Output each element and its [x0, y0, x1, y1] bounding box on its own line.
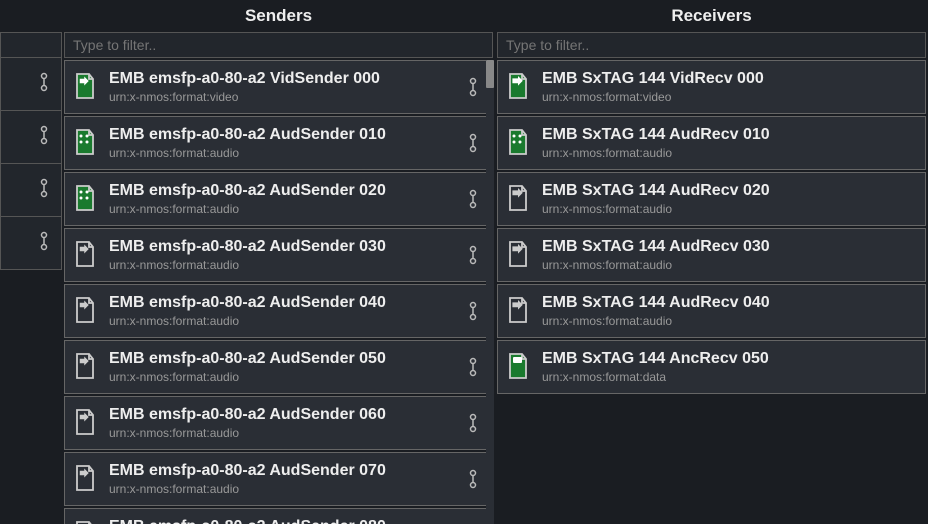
- connector-icon[interactable]: [466, 469, 480, 489]
- receiver-title: EMB SxTAG 144 AudRecv 040: [542, 294, 919, 312]
- format-icon: [71, 238, 99, 272]
- sender-row[interactable]: EMB emsfp-a0-80-a2 AudSender 040 urn:x-n…: [64, 284, 487, 338]
- sender-row[interactable]: EMB emsfp-a0-80-a2 AudSender 010 urn:x-n…: [64, 116, 487, 170]
- format-icon: [71, 70, 99, 104]
- sender-row[interactable]: EMB emsfp-a0-80-a2 AudSender 080 urn:x-n…: [64, 508, 487, 524]
- connector-icon[interactable]: [466, 133, 480, 153]
- connector-icon[interactable]: [466, 189, 480, 209]
- connector-icon: [39, 72, 49, 97]
- senders-scrollbar[interactable]: [486, 60, 494, 524]
- format-icon: [504, 294, 532, 328]
- senders-filter-input[interactable]: [64, 32, 493, 58]
- sender-title: EMB emsfp-a0-80-a2 AudSender 050: [109, 350, 456, 368]
- sender-title: EMB emsfp-a0-80-a2 AudSender 010: [109, 126, 456, 144]
- format-icon: [71, 462, 99, 496]
- receiver-title: EMB SxTAG 144 AncRecv 050: [542, 350, 919, 368]
- format-icon: [71, 518, 99, 524]
- format-icon: [71, 126, 99, 160]
- connector-icon[interactable]: [466, 245, 480, 265]
- connector-icon: [39, 178, 49, 203]
- connector-icon: [39, 231, 49, 256]
- receiver-urn: urn:x-nmos:format:audio: [542, 314, 919, 328]
- connector-icon: [39, 125, 49, 150]
- format-icon: [71, 294, 99, 328]
- sender-title: EMB emsfp-a0-80-a2 AudSender 020: [109, 182, 456, 200]
- receiver-title: EMB SxTAG 144 VidRecv 000: [542, 70, 919, 88]
- sender-title: EMB emsfp-a0-80-a2 AudSender 030: [109, 238, 456, 256]
- sender-urn: urn:x-nmos:format:audio: [109, 146, 456, 160]
- sender-title: EMB emsfp-a0-80-a2 AudSender 070: [109, 462, 456, 480]
- stub-row[interactable]: [0, 57, 62, 111]
- format-icon: [71, 406, 99, 440]
- connector-icon[interactable]: [466, 77, 480, 97]
- receiver-title: EMB SxTAG 144 AudRecv 010: [542, 126, 919, 144]
- sender-row[interactable]: EMB emsfp-a0-80-a2 AudSender 020 urn:x-n…: [64, 172, 487, 226]
- format-icon: [71, 350, 99, 384]
- format-icon: [71, 182, 99, 216]
- receiver-row[interactable]: EMB SxTAG 144 AudRecv 010 urn:x-nmos:for…: [497, 116, 926, 170]
- receivers-list: EMB SxTAG 144 VidRecv 000 urn:x-nmos:for…: [495, 60, 928, 524]
- receivers-heading: Receivers: [495, 0, 928, 32]
- connector-icon[interactable]: [466, 357, 480, 377]
- sender-urn: urn:x-nmos:format:audio: [109, 314, 456, 328]
- receiver-row[interactable]: EMB SxTAG 144 AncRecv 050 urn:x-nmos:for…: [497, 340, 926, 394]
- format-icon: [504, 238, 532, 272]
- senders-heading: Senders: [62, 0, 495, 32]
- format-icon: [504, 182, 532, 216]
- receiver-urn: urn:x-nmos:format:audio: [542, 202, 919, 216]
- stub-row[interactable]: [0, 110, 62, 164]
- receiver-urn: urn:x-nmos:format:audio: [542, 146, 919, 160]
- stub-row[interactable]: [0, 163, 62, 217]
- receiver-row[interactable]: EMB SxTAG 144 AudRecv 030 urn:x-nmos:for…: [497, 228, 926, 282]
- sender-title: EMB emsfp-a0-80-a2 AudSender 060: [109, 406, 456, 424]
- senders-column: Senders EMB emsfp-a0-80-a2 VidSender 000…: [62, 0, 495, 524]
- connector-icon[interactable]: [466, 413, 480, 433]
- receiver-row[interactable]: EMB SxTAG 144 AudRecv 020 urn:x-nmos:for…: [497, 172, 926, 226]
- sender-urn: urn:x-nmos:format:audio: [109, 258, 456, 272]
- sender-row[interactable]: EMB emsfp-a0-80-a2 AudSender 050 urn:x-n…: [64, 340, 487, 394]
- receiver-urn: urn:x-nmos:format:audio: [542, 258, 919, 272]
- sender-row[interactable]: EMB emsfp-a0-80-a2 AudSender 030 urn:x-n…: [64, 228, 487, 282]
- sender-urn: urn:x-nmos:format:audio: [109, 482, 456, 496]
- receiver-row[interactable]: EMB SxTAG 144 VidRecv 000 urn:x-nmos:for…: [497, 60, 926, 114]
- connector-icon[interactable]: [466, 301, 480, 321]
- receivers-column: Receivers EMB SxTAG 144 VidRecv 000 urn:…: [495, 0, 928, 524]
- sender-row[interactable]: EMB emsfp-a0-80-a2 VidSender 000 urn:x-n…: [64, 60, 487, 114]
- sender-urn: urn:x-nmos:format:audio: [109, 202, 456, 216]
- format-icon: [504, 70, 532, 104]
- sender-title: EMB emsfp-a0-80-a2 AudSender 040: [109, 294, 456, 312]
- sender-title: EMB emsfp-a0-80-a2 AudSender 080: [109, 518, 456, 524]
- receivers-filter-input[interactable]: [497, 32, 926, 58]
- stub-filter[interactable]: [0, 32, 62, 58]
- receiver-title: EMB SxTAG 144 AudRecv 030: [542, 238, 919, 256]
- senders-list: EMB emsfp-a0-80-a2 VidSender 000 urn:x-n…: [62, 60, 495, 524]
- receiver-urn: urn:x-nmos:format:data: [542, 370, 919, 384]
- left-stub-column: [0, 0, 62, 524]
- sender-row[interactable]: EMB emsfp-a0-80-a2 AudSender 060 urn:x-n…: [64, 396, 487, 450]
- receiver-title: EMB SxTAG 144 AudRecv 020: [542, 182, 919, 200]
- sender-row[interactable]: EMB emsfp-a0-80-a2 AudSender 070 urn:x-n…: [64, 452, 487, 506]
- stub-row[interactable]: [0, 216, 62, 270]
- receiver-row[interactable]: EMB SxTAG 144 AudRecv 040 urn:x-nmos:for…: [497, 284, 926, 338]
- sender-urn: urn:x-nmos:format:audio: [109, 426, 456, 440]
- sender-urn: urn:x-nmos:format:video: [109, 90, 456, 104]
- sender-title: EMB emsfp-a0-80-a2 VidSender 000: [109, 70, 456, 88]
- format-icon: [504, 126, 532, 160]
- sender-urn: urn:x-nmos:format:audio: [109, 370, 456, 384]
- receiver-urn: urn:x-nmos:format:video: [542, 90, 919, 104]
- format-icon: [504, 350, 532, 384]
